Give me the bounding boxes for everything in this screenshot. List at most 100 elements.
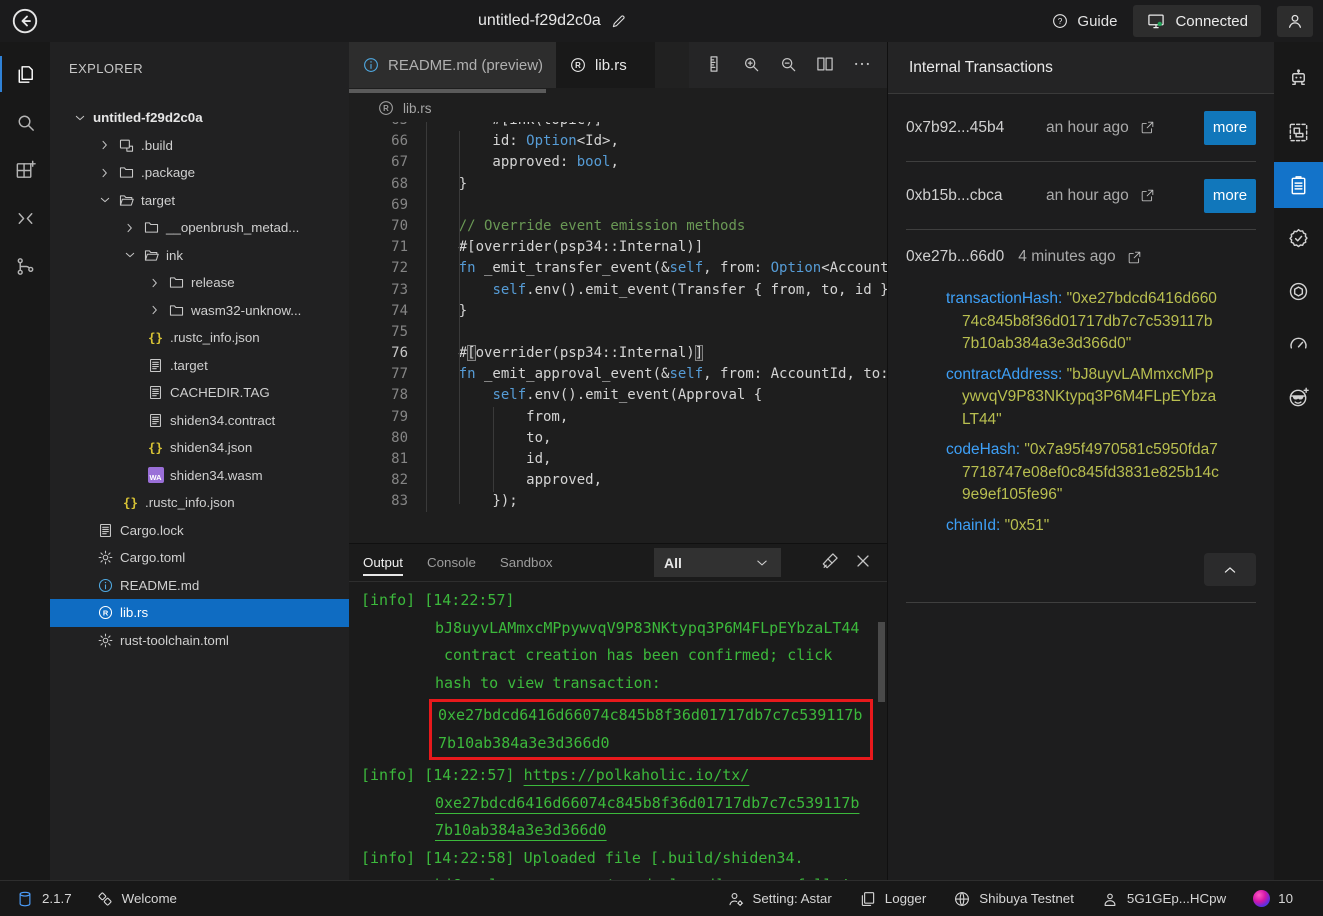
- tree-item-shiden34-json[interactable]: {}shiden34.json: [50, 434, 349, 462]
- clear-log-button[interactable]: [820, 551, 840, 574]
- external-link-icon[interactable]: [1127, 250, 1142, 265]
- output-scrollbar[interactable]: [878, 622, 885, 702]
- connected-button[interactable]: Connected: [1133, 5, 1261, 37]
- status-item-welcome[interactable]: Welcome: [96, 890, 177, 908]
- status-item-shibuya-testnet[interactable]: Shibuya Testnet: [953, 890, 1074, 908]
- activity-button-collapse[interactable]: [0, 194, 50, 242]
- monitor-icon: [1146, 11, 1166, 31]
- status-item-5g1gep-hcpw[interactable]: 5G1GEp...HCpw: [1101, 890, 1226, 908]
- output-panel-tabs: Output Console Sandbox All: [349, 544, 887, 582]
- activity-button-group-select[interactable]: [1274, 109, 1323, 155]
- tree-item--openbrush-metad-[interactable]: __openbrush_metad...: [50, 214, 349, 242]
- tree-item-cargo-toml[interactable]: Cargo.toml: [50, 544, 349, 572]
- tree-item--rustc-info-json[interactable]: {}.rustc_info.json: [50, 489, 349, 517]
- log-filter-select[interactable]: All: [654, 548, 781, 577]
- activity-button-search[interactable]: [0, 98, 50, 146]
- activity-button-layout-add[interactable]: [0, 146, 50, 194]
- indent-guide: [426, 122, 427, 512]
- tx-hash: 0xe27b...66d0: [906, 248, 1004, 266]
- tree-item-shiden34-wasm[interactable]: WAshiden34.wasm: [50, 462, 349, 490]
- ellipsis-button[interactable]: [852, 54, 872, 77]
- robot-icon: [1287, 68, 1310, 91]
- log-link[interactable]: 0xe27bdcd6416d66074c845b8f36d01717db7c7c…: [435, 794, 859, 812]
- tree-item-target[interactable]: target: [50, 187, 349, 215]
- tab-lib-rs[interactable]: Rlib.rs: [556, 42, 655, 88]
- tree-item-shiden34-contract[interactable]: shiden34.contract: [50, 407, 349, 435]
- status-item-2-1-7[interactable]: 2.1.7: [16, 890, 72, 908]
- tab-scrollbar[interactable]: [349, 88, 887, 94]
- transaction-row: 0xe27b...66d04 minutes ago: [906, 230, 1256, 284]
- tree-item-wasm32-unknow-[interactable]: wasm32-unknow...: [50, 297, 349, 325]
- external-link-icon[interactable]: [1140, 188, 1155, 203]
- folder-icon: [168, 274, 185, 291]
- tree-item-lib-rs[interactable]: Rlib.rs: [50, 599, 349, 627]
- gauge-icon: [1287, 333, 1310, 356]
- log-link[interactable]: https://polkaholic.io/tx/: [524, 766, 750, 784]
- status-item-10[interactable]: 10: [1253, 890, 1293, 908]
- tree-item-rust-toolchain-toml[interactable]: rust-toolchain.toml: [50, 627, 349, 655]
- tree-item--build[interactable]: .build: [50, 132, 349, 160]
- log-line: [info] [14:22:57] https://polkaholic.io/…: [349, 762, 887, 790]
- activity-button-clipboard[interactable]: [1274, 162, 1323, 208]
- tree-item--rustc-info-json[interactable]: {}.rustc_info.json: [50, 324, 349, 352]
- activity-button-badge-check[interactable]: [1274, 215, 1323, 261]
- activity-button-branch[interactable]: [0, 242, 50, 290]
- output-tab-output[interactable]: Output: [363, 544, 403, 582]
- status-item-logger[interactable]: Logger: [859, 890, 927, 908]
- editor-column: README.md (preview)Rlib.rs R lib.rs 65 #…: [349, 42, 887, 880]
- folder-icon: [168, 302, 185, 319]
- file-icon: [147, 412, 164, 429]
- editor-tabs: README.md (preview)Rlib.rs: [349, 42, 887, 88]
- code-line: 67 approved: bool,: [349, 152, 887, 173]
- code-editor[interactable]: 65 #[ink(topic)]66 id: Option<Id>,67 app…: [349, 122, 887, 543]
- svg-text:R: R: [383, 104, 389, 113]
- more-button[interactable]: more: [1204, 111, 1256, 145]
- output-tab-console[interactable]: Console: [427, 544, 476, 582]
- tree-item--package[interactable]: .package: [50, 159, 349, 187]
- avatar-button[interactable]: [1277, 6, 1313, 37]
- guide-button[interactable]: ? Guide: [1051, 12, 1117, 30]
- transactions-panel-title: Internal Transactions: [888, 42, 1274, 94]
- rename-button[interactable]: [610, 12, 628, 30]
- activity-button-gauge[interactable]: [1274, 321, 1323, 367]
- transaction-row: 0xb15b...cbcaan hour agomore: [906, 162, 1256, 230]
- log-link[interactable]: 7b10ab384a3e3d366d0: [435, 821, 607, 839]
- tree-item-untitled-f29d2c0a[interactable]: untitled-f29d2c0a: [50, 104, 349, 132]
- group-select-icon: [1287, 121, 1310, 144]
- back-button[interactable]: [10, 6, 40, 39]
- close-panel-button[interactable]: [853, 551, 873, 574]
- external-link-icon[interactable]: [1140, 120, 1155, 135]
- log-text: contract creation has been confirmed; cl…: [435, 646, 832, 664]
- tree-item-cachedir-tag[interactable]: CACHEDIR.TAG: [50, 379, 349, 407]
- tree-item-cargo-lock[interactable]: Cargo.lock: [50, 517, 349, 545]
- zoom-out-button[interactable]: [778, 54, 798, 77]
- tree-item-release[interactable]: release: [50, 269, 349, 297]
- collapse-button[interactable]: [1204, 553, 1256, 586]
- activity-button-robot[interactable]: [1274, 56, 1323, 102]
- output-tab-sandbox[interactable]: Sandbox: [500, 544, 553, 582]
- code-line: 70 // Override event emission methods: [349, 216, 887, 237]
- highlighted-tx-hash[interactable]: 0xe27bdcd6416d66074c845b8f36d01717db7c7c…: [429, 699, 873, 760]
- gear-icon: [97, 549, 114, 566]
- app-root: untitled-f29d2c0a ? Guide Connected EXPL…: [0, 0, 1323, 916]
- more-button[interactable]: more: [1204, 179, 1256, 213]
- rust-icon: R: [97, 604, 114, 621]
- tab-readme-md-preview-[interactable]: README.md (preview): [349, 42, 556, 88]
- split-editor-button[interactable]: [815, 54, 835, 77]
- tree-item-ink[interactable]: ink: [50, 242, 349, 270]
- tree-item-readme-md[interactable]: README.md: [50, 572, 349, 600]
- activity-button-files[interactable]: [0, 50, 50, 98]
- status-item-setting-astar[interactable]: Setting: Astar: [727, 890, 832, 908]
- output-log[interactable]: [info] [14:22:57]bJ8uyvLAMmxcMPpywvqV9P8…: [349, 582, 887, 880]
- breadcrumb-label: lib.rs: [403, 101, 432, 116]
- external-link-icon: [1140, 188, 1155, 203]
- zoom-in-button[interactable]: [741, 54, 761, 77]
- transactions-list: 0x7b92...45b4an hour agomore0xb15b...cbc…: [888, 94, 1274, 880]
- ruler-button[interactable]: [704, 54, 724, 77]
- activity-button-openai[interactable]: [1274, 268, 1323, 314]
- connected-label: Connected: [1175, 13, 1248, 30]
- tree-item--target[interactable]: .target: [50, 352, 349, 380]
- activity-button-cool-face[interactable]: [1274, 374, 1323, 420]
- cool-face-icon: [1287, 386, 1310, 409]
- code-line: 77 fn _emit_approval_event(&self, from: …: [349, 364, 887, 385]
